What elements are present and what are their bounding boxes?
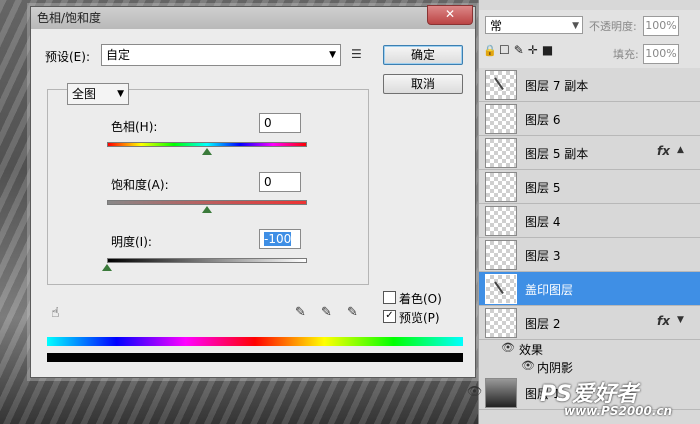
lightness-slider-track[interactable] (107, 258, 307, 263)
eyedropper-icon[interactable]: ✎ (295, 305, 306, 320)
chevron-down-icon: ▼ (117, 89, 124, 99)
inner-shadow-label: 内阴影 (537, 361, 574, 375)
colorize-checkbox[interactable] (383, 291, 396, 304)
dialog-titlebar[interactable]: 色相/饱和度 ✕ (31, 5, 475, 29)
layer-row[interactable]: 图层 6 (479, 102, 700, 136)
layer-thumbnail (485, 240, 517, 270)
fill-input[interactable]: 100% (643, 44, 679, 64)
layer-name: 图层 6 (525, 113, 561, 127)
layer-row[interactable]: 图层 7 副本 (479, 68, 700, 102)
layer-row-selected[interactable]: 盖印图层 (479, 272, 700, 306)
layers-list: 图层 7 副本 图层 6 图层 5 副本 fx ▲ 图层 5 图层 4 图层 3… (467, 68, 700, 410)
hand-icon[interactable]: ☝ (51, 305, 60, 321)
lock-label: 🔒 (483, 44, 497, 57)
layer-thumbnail (485, 70, 517, 100)
close-button[interactable]: ✕ (427, 5, 473, 25)
dialog-title: 色相/饱和度 (37, 11, 102, 25)
colorize-label: 着色(O) (399, 292, 442, 306)
layer-thumbnail (485, 308, 517, 338)
preset-options-icon[interactable]: ☰ (351, 47, 362, 61)
input-spectrum-bar (47, 337, 463, 346)
preview-label: 预览(P) (399, 311, 440, 325)
fill-label: 填充: (613, 48, 639, 61)
layer-thumbnail (485, 104, 517, 134)
hue-slider-track[interactable] (107, 142, 307, 147)
chevron-down-icon[interactable]: ▼ (677, 315, 684, 325)
preset-label: 预设(E): (45, 50, 90, 64)
chevron-down-icon: ▼ (572, 21, 579, 31)
hue-slider-handle[interactable] (202, 148, 212, 155)
preset-value: 自定 (106, 48, 131, 62)
eye-icon[interactable]: 👁 (467, 384, 482, 398)
layer-thumbnail (485, 274, 517, 304)
layer-thumbnail (485, 138, 517, 168)
output-spectrum-bar (47, 353, 463, 362)
eyedropper-minus-icon[interactable]: ✎ (347, 305, 358, 320)
layer-name: 图层 7 副本 (525, 79, 589, 93)
channel-select[interactable]: 全图 ▼ (67, 83, 129, 105)
layer-name: 图层 3 (525, 249, 561, 263)
layers-panel-options: 常 ▼ 不透明度: 100% 🔒 ☐✎✛■ 填充: 100% (479, 10, 700, 69)
saturation-slider-handle[interactable] (202, 206, 212, 213)
layer-row[interactable]: 图层 2 fx ▼ (479, 306, 700, 340)
ok-button[interactable]: 确定 (383, 45, 463, 65)
channel-value: 全图 (72, 87, 97, 101)
blend-mode-value: 常 (490, 19, 503, 33)
inner-shadow-row[interactable]: 👁 内阴影 (479, 358, 700, 376)
layers-panel: 常 ▼ 不透明度: 100% 🔒 ☐✎✛■ 填充: 100% 图层 7 副本 图… (467, 0, 700, 424)
layer-row[interactable]: 图层 5 (479, 170, 700, 204)
cancel-button[interactable]: 取消 (383, 74, 463, 94)
preset-select[interactable]: 自定 ▼ (101, 44, 341, 66)
fx-icon[interactable]: fx (657, 314, 670, 328)
hue-saturation-dialog: 色相/饱和度 ✕ 预设(E): 自定 ▼ ☰ 确定 取消 全图 ▼ 色相(H):… (30, 5, 476, 378)
watermark-url: www.PS2000.cn (564, 404, 673, 418)
fx-icon[interactable]: fx (657, 144, 670, 158)
eye-icon[interactable]: 👁 (501, 341, 515, 354)
layer-name: 盖印图层 (525, 283, 574, 297)
layer-thumbnail (485, 378, 517, 408)
lightness-input[interactable]: -100 (259, 229, 301, 249)
layer-name: 图层 4 (525, 215, 561, 229)
preview-checkbox[interactable]: ✓ (383, 310, 396, 323)
hue-label: 色相(H): (111, 120, 158, 134)
hue-input[interactable]: 0 (259, 113, 301, 133)
adjustment-group (47, 89, 369, 285)
layer-name: 图层 2 (525, 317, 561, 331)
chevron-down-icon: ▼ (329, 50, 336, 60)
eyedropper-plus-icon[interactable]: ✎ (321, 305, 332, 320)
opacity-input[interactable]: 100% (643, 16, 679, 36)
saturation-slider-track[interactable] (107, 200, 307, 205)
layer-name: 图层 5 (525, 181, 561, 195)
eye-icon[interactable]: 👁 (521, 359, 535, 372)
layer-row[interactable]: 图层 4 (479, 204, 700, 238)
chevron-up-icon[interactable]: ▲ (677, 145, 684, 155)
layer-thumbnail (485, 172, 517, 202)
layer-row[interactable]: 图层 3 (479, 238, 700, 272)
layer-row[interactable]: 图层 5 副本 fx ▲ (479, 136, 700, 170)
effects-row[interactable]: 👁 效果 (479, 340, 700, 358)
layer-thumbnail (485, 206, 517, 236)
blend-mode-select[interactable]: 常 ▼ (485, 16, 583, 34)
effects-label: 效果 (519, 343, 544, 357)
lightness-slider-handle[interactable] (102, 264, 112, 271)
lock-options[interactable]: ☐✎✛■ (499, 43, 557, 57)
lightness-label: 明度(I): (111, 235, 152, 249)
saturation-label: 饱和度(A): (111, 178, 169, 192)
opacity-label: 不透明度: (589, 20, 637, 33)
saturation-input[interactable]: 0 (259, 172, 301, 192)
layer-name: 图层 5 副本 (525, 147, 589, 161)
